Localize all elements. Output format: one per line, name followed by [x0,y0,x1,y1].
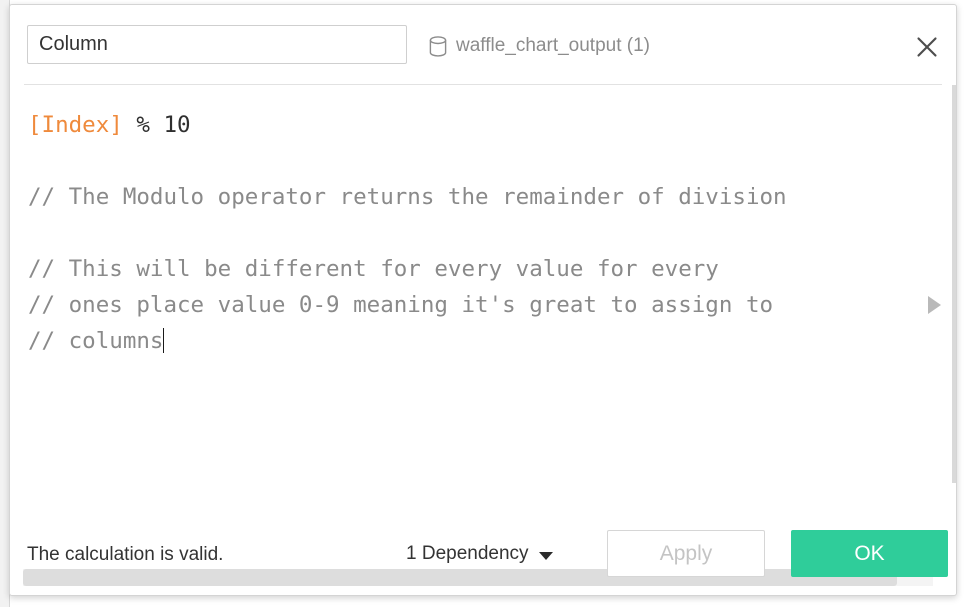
validation-status: The calculation is valid. [27,544,224,565]
dialog-footer: The calculation is valid. 1 Dependency A… [10,515,956,595]
code-line: // ones place value 0-9 meaning it's gre… [28,287,923,323]
code-token-comment: // columns [28,328,164,354]
dependency-dropdown[interactable]: 1 Dependency [406,543,553,565]
panel-edge [952,85,956,483]
close-icon [916,36,938,58]
database-icon [429,35,447,57]
code-line: [Index] % 10 [28,107,923,143]
code-token-op: % 10 [122,112,191,138]
calculated-field-dialog: waffle_chart_output (1) [Index] % 10 // … [9,4,957,596]
dialog-header: waffle_chart_output (1) [10,5,956,85]
code-line: // The Modulo operator returns the remai… [28,179,923,215]
chevron-down-icon [538,551,553,560]
code-token-comment: // This will be different for every valu… [28,256,719,282]
formula-editor[interactable]: [Index] % 10 // The Modulo operator retu… [10,85,923,483]
page-root: waffle_chart_output (1) [Index] % 10 // … [0,0,975,607]
datasource-name: waffle_chart_output (1) [456,35,650,56]
apply-button[interactable]: Apply [607,530,765,577]
code-token-comment: // ones place value 0-9 meaning it's gre… [28,292,774,318]
code-line: // columns [28,323,923,359]
close-button[interactable] [912,32,942,62]
formula-editor-area: [Index] % 10 // The Modulo operator retu… [10,85,956,586]
field-name-input[interactable] [27,25,407,64]
code-token-comment: // The Modulo operator returns the remai… [28,184,787,210]
text-caret [163,328,165,353]
code-token-field: [Index] [28,112,123,138]
code-line: // This will be different for every valu… [28,251,923,287]
ok-button[interactable]: OK [791,530,948,577]
dependency-label: 1 Dependency [406,543,529,564]
expand-panel-button[interactable] [917,85,956,483]
datasource-label-group: waffle_chart_output (1) [429,35,650,57]
triangle-right-icon [928,296,941,314]
